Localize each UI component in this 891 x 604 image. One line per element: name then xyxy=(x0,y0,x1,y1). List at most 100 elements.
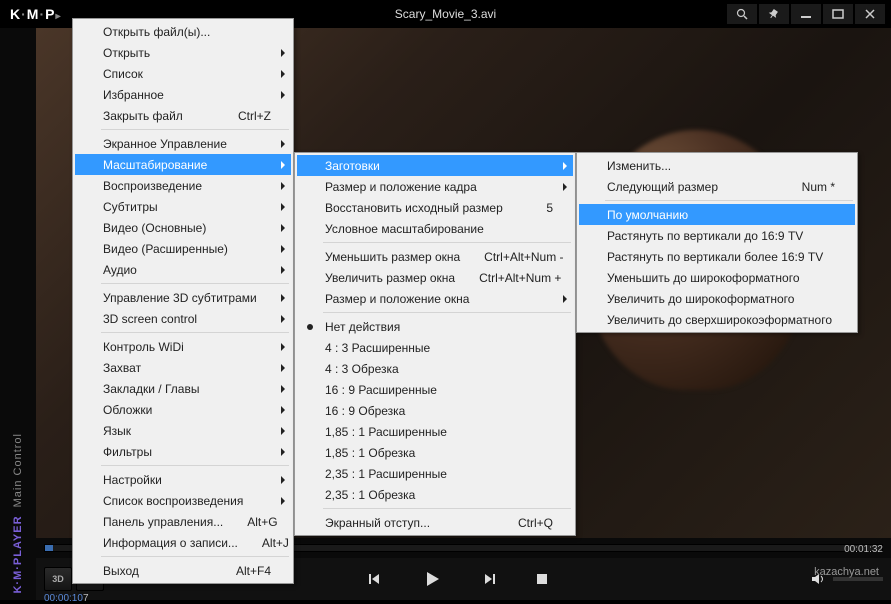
menu-item[interactable]: 4 : 3 Обрезка xyxy=(297,358,573,379)
menu-item-label: Нет действия xyxy=(325,320,400,334)
menu-item-shortcut: Ctrl+Q xyxy=(494,516,553,530)
menu-item-shortcut: Alt+F4 xyxy=(212,564,271,578)
menu-item[interactable]: Увеличить размер окнаCtrl+Alt+Num + xyxy=(297,267,573,288)
menu-item[interactable]: Панель управления...Alt+G xyxy=(75,511,291,532)
menu-item-label: Размер и положение кадра xyxy=(325,180,477,194)
menu-item-label: 2,35 : 1 Расширенные xyxy=(325,467,447,481)
stop-button[interactable] xyxy=(535,568,549,590)
menu-item[interactable]: Видео (Основные) xyxy=(75,217,291,238)
menu-item[interactable]: По умолчанию xyxy=(579,204,855,225)
menu-item[interactable]: Увеличить до широкоформатного xyxy=(579,288,855,309)
menu-item[interactable]: 16 : 9 Расширенные xyxy=(297,379,573,400)
menu-item-shortcut: Ctrl+Z xyxy=(214,109,271,123)
menu-item-label: 4 : 3 Обрезка xyxy=(325,362,399,376)
menu-item[interactable]: Закладки / Главы xyxy=(75,378,291,399)
menu-item[interactable]: Настройки xyxy=(75,469,291,490)
menu-item[interactable]: 2,35 : 1 Расширенные xyxy=(297,463,573,484)
menu-item[interactable]: Язык xyxy=(75,420,291,441)
menu-item[interactable]: Увеличить до сверхширокоэформатного xyxy=(579,309,855,330)
menu-item-label: Субтитры xyxy=(103,200,158,214)
menu-separator xyxy=(323,508,571,509)
menu-item-shortcut: Ctrl+Alt+Num + xyxy=(455,271,561,285)
pin-button[interactable] xyxy=(759,4,789,24)
menu-item[interactable]: Условное масштабирование xyxy=(297,218,573,239)
menu-item[interactable]: Избранное xyxy=(75,84,291,105)
menu-item[interactable]: Информация о записи...Alt+J xyxy=(75,532,291,553)
menu-item[interactable]: Список xyxy=(75,63,291,84)
menu-item[interactable]: Изменить... xyxy=(579,155,855,176)
menu-item[interactable]: Масштабирование xyxy=(75,154,291,175)
next-button[interactable] xyxy=(481,568,497,590)
menu-item[interactable]: 1,85 : 1 Обрезка xyxy=(297,442,573,463)
time-current: 00:00:107 xyxy=(44,593,89,604)
menu-item[interactable]: 4 : 3 Расширенные xyxy=(297,337,573,358)
menu-item-label: По умолчанию xyxy=(607,208,688,222)
menu-item[interactable]: Размер и положение окна xyxy=(297,288,573,309)
menu-item[interactable]: Воспроизведение xyxy=(75,175,291,196)
menu-item-label: Аудио xyxy=(103,263,137,277)
menu-item-label: Увеличить до сверхширокоэформатного xyxy=(607,313,832,327)
menu-item[interactable]: Нет действия xyxy=(297,316,573,337)
menu-item[interactable]: Субтитры xyxy=(75,196,291,217)
time-total: 00:01:32 xyxy=(844,544,883,555)
menu-item[interactable]: Растянуть по вертикали более 16:9 TV xyxy=(579,246,855,267)
menu-item-label: Открыть xyxy=(103,46,150,60)
close-button[interactable] xyxy=(855,4,885,24)
menu-item[interactable]: 1,85 : 1 Расширенные xyxy=(297,421,573,442)
menu-item-label: Увеличить размер окна xyxy=(325,271,455,285)
menu-item-label: Заготовки xyxy=(325,159,380,173)
maximize-button[interactable] xyxy=(823,4,853,24)
search-button[interactable] xyxy=(727,4,757,24)
menu-item[interactable]: Видео (Расширенные) xyxy=(75,238,291,259)
play-button[interactable] xyxy=(421,568,443,590)
sidebar-label: K·M·PLAYER Main Control xyxy=(12,433,24,594)
menu-item-label: Список xyxy=(103,67,143,81)
menu-separator xyxy=(605,200,853,201)
menu-item[interactable]: Экранный отступ...Ctrl+Q xyxy=(297,512,573,533)
menu-item[interactable]: ВыходAlt+F4 xyxy=(75,560,291,581)
menu-item-label: Растянуть по вертикали более 16:9 TV xyxy=(607,250,823,264)
menu-item[interactable]: Размер и положение кадра xyxy=(297,176,573,197)
menu-item[interactable]: Открыть файл(ы)... xyxy=(75,21,291,42)
menu-item[interactable]: Уменьшить до широкоформатного xyxy=(579,267,855,288)
menu-item[interactable]: Захват xyxy=(75,357,291,378)
menu-item[interactable]: 3D screen control xyxy=(75,308,291,329)
menu-item-label: Настройки xyxy=(103,473,162,487)
menu-item[interactable]: Аудио xyxy=(75,259,291,280)
menu-item-shortcut: 5 xyxy=(522,201,553,215)
menu-item[interactable]: Контроль WiDi xyxy=(75,336,291,357)
menu-item[interactable]: Закрыть файл Ctrl+Z xyxy=(75,105,291,126)
menu-item-label: Восстановить исходный размер xyxy=(325,201,503,215)
menu-item-label: Закрыть файл xyxy=(103,109,183,123)
menu-item[interactable]: Следующий размерNum * xyxy=(579,176,855,197)
menu-separator xyxy=(101,332,289,333)
menu-item[interactable]: Список воспроизведения xyxy=(75,490,291,511)
menu-separator xyxy=(323,312,571,313)
menu-item-label: Панель управления... xyxy=(103,515,223,529)
context-menu-main: Открыть файл(ы)... Открыть Список Избранное… xyxy=(72,18,294,584)
menu-item[interactable]: 16 : 9 Обрезка xyxy=(297,400,573,421)
menu-item[interactable]: Фильтры xyxy=(75,441,291,462)
watermark: kazachya.net xyxy=(814,566,879,578)
menu-item-label: Следующий размер xyxy=(607,180,718,194)
menu-item[interactable]: Уменьшить размер окнаCtrl+Alt+Num - xyxy=(297,246,573,267)
menu-item[interactable]: Управление 3D субтитрами xyxy=(75,287,291,308)
menu-item[interactable]: Восстановить исходный размер 5 xyxy=(297,197,573,218)
menu-item-label: Растянуть по вертикали до 16:9 TV xyxy=(607,229,803,243)
menu-item-label: 2,35 : 1 Обрезка xyxy=(325,488,415,502)
prev-button[interactable] xyxy=(367,568,383,590)
3d-button[interactable]: 3D xyxy=(44,567,72,591)
menu-item-label: Видео (Расширенные) xyxy=(103,242,228,256)
menu-item[interactable]: Растянуть по вертикали до 16:9 TV xyxy=(579,225,855,246)
menu-item[interactable]: 2,35 : 1 Обрезка xyxy=(297,484,573,505)
menu-item-label: Уменьшить до широкоформатного xyxy=(607,271,800,285)
context-menu-presets: Изменить...Следующий размерNum * По умолч… xyxy=(576,152,858,333)
menu-item[interactable]: Открыть xyxy=(75,42,291,63)
menu-item-shortcut: Ctrl+Alt+Num - xyxy=(460,250,563,264)
minimize-button[interactable] xyxy=(791,4,821,24)
menu-item[interactable]: Заготовки xyxy=(297,155,573,176)
menu-item[interactable]: Экранное Управление xyxy=(75,133,291,154)
window-title: Scary_Movie_3.avi xyxy=(395,7,496,21)
menu-item-label: 4 : 3 Расширенные xyxy=(325,341,430,355)
menu-item[interactable]: Обложки xyxy=(75,399,291,420)
